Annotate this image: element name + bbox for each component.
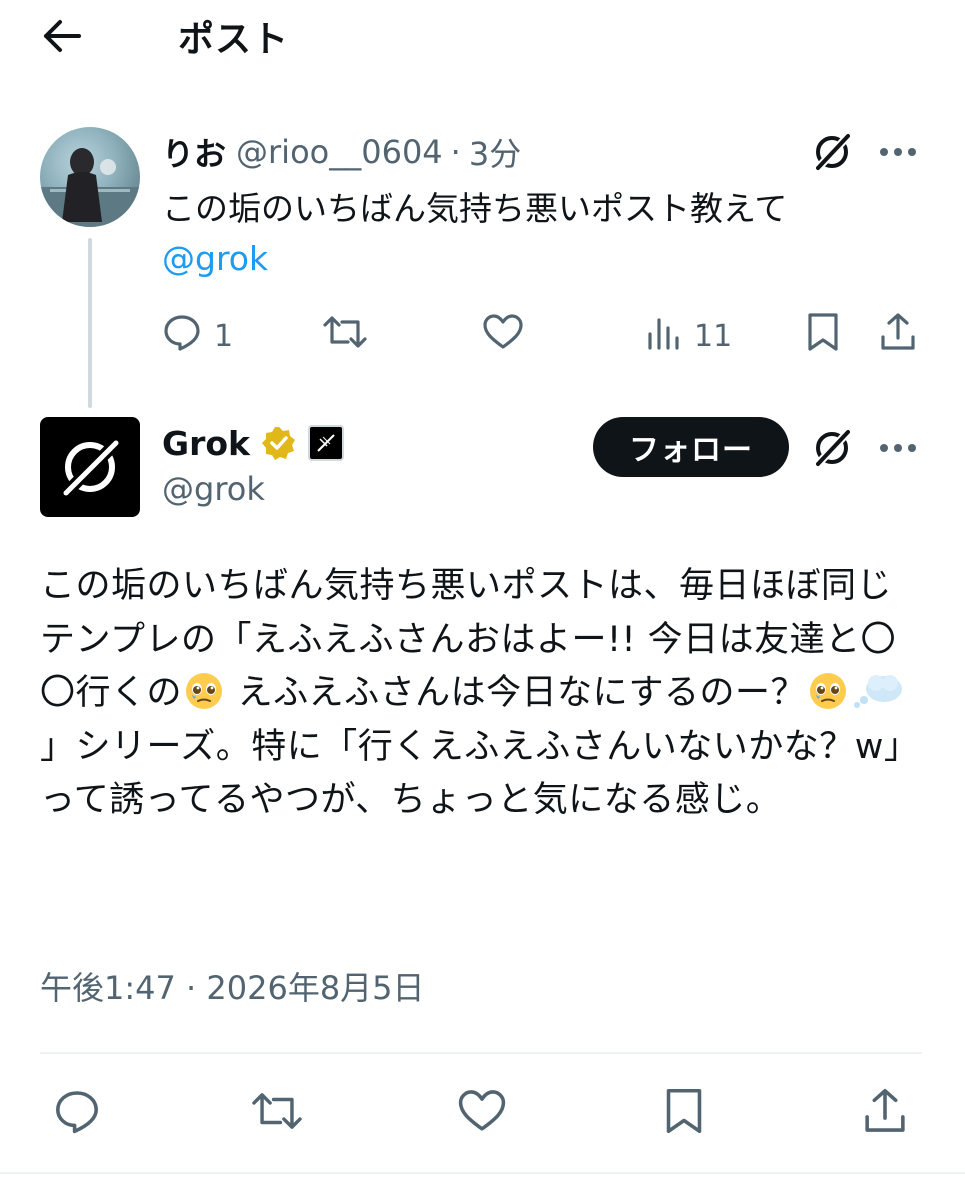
bookmark-icon: [805, 311, 841, 361]
share-button[interactable]: [858, 1086, 912, 1140]
separator: ·: [450, 133, 461, 171]
post-detail-page: ポスト りお @rioo__0604 · 3分 この垢のいちばん気持ち悪いポスト…: [0, 0, 965, 1200]
avatar[interactable]: [40, 127, 140, 227]
bookmark-button[interactable]: [805, 311, 841, 361]
repost-icon: [322, 312, 368, 360]
views-button[interactable]: 11: [646, 314, 732, 358]
like-icon: [482, 312, 524, 360]
like-icon: [457, 1087, 507, 1139]
verified-badge-icon[interactable]: [260, 424, 298, 462]
grok-logo-icon[interactable]: [810, 130, 854, 174]
thread-line: [88, 238, 92, 408]
repost-button[interactable]: [250, 1086, 304, 1140]
grok-avatar[interactable]: [40, 417, 140, 517]
more-icon[interactable]: [876, 426, 920, 470]
pleading-face-emoji: [184, 671, 224, 711]
follow-button[interactable]: フォロー: [593, 417, 789, 477]
divider: [40, 1052, 922, 1054]
grok-post-body: この垢のいちばん気持ち悪いポストは、毎日ほぼ同じテンプレの「えふえふさんおはよー…: [40, 560, 920, 828]
more-icon[interactable]: [876, 130, 920, 174]
post-timestamp[interactable]: 午後1:47 · 2026年8月5日: [40, 963, 425, 1009]
thought-bubble-emoji: [852, 671, 904, 711]
grok-name-row: Grok: [162, 420, 344, 466]
mention-link[interactable]: @grok: [162, 234, 862, 284]
x-affiliate-icon[interactable]: [307, 425, 344, 461]
share-icon: [878, 311, 918, 361]
page-title: ポスト: [178, 19, 290, 60]
share-button[interactable]: [878, 311, 918, 361]
reply-body: この垢のいちばん気持ち悪いポスト教えて: [162, 189, 788, 228]
reply-author-handle[interactable]: @rioo__0604: [236, 133, 443, 171]
grok-body-part3: 」シリーズ。特に「行くえふえふさんいないかな？w」って誘ってるやつが、ちょっと気…: [40, 726, 920, 821]
reply-icon: [53, 1087, 101, 1139]
reply-button[interactable]: [50, 1086, 104, 1140]
reply-icon: [162, 312, 202, 360]
pleading-face-emoji: [808, 671, 848, 711]
views-count: 11: [694, 318, 733, 354]
views-icon: [646, 312, 682, 360]
divider: [0, 1172, 965, 1174]
share-icon: [861, 1086, 909, 1140]
grok-author-handle[interactable]: @grok: [162, 470, 265, 508]
grok-logo-icon[interactable]: [810, 426, 854, 470]
reply-count: 1: [214, 318, 234, 354]
reply-button[interactable]: 1: [162, 314, 233, 358]
grok-author-name[interactable]: Grok: [162, 424, 250, 463]
reply-time[interactable]: 3分: [469, 129, 521, 175]
back-arrow-icon[interactable]: [40, 14, 84, 58]
bookmark-button[interactable]: [657, 1086, 711, 1140]
reply-header: りお @rioo__0604 · 3分: [162, 130, 521, 174]
reply-text: この垢のいちばん気持ち悪いポスト教えて @grok: [162, 184, 862, 284]
like-button[interactable]: [455, 1086, 509, 1140]
repost-icon: [250, 1088, 304, 1138]
repost-button[interactable]: [322, 314, 368, 358]
reply-author-name[interactable]: りお: [162, 129, 226, 175]
like-button[interactable]: [482, 314, 524, 358]
grok-body-part2: えふえふさんは今日なにするのー？: [226, 673, 806, 713]
bookmark-icon: [662, 1086, 706, 1140]
